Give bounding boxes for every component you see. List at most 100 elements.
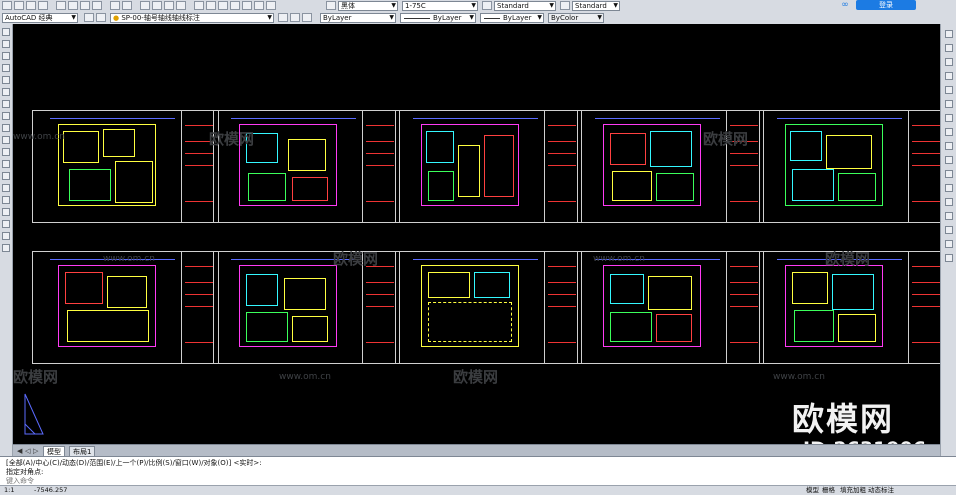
layer-previous-icon[interactable] <box>290 13 300 22</box>
room <box>648 276 692 310</box>
print-icon[interactable] <box>38 1 48 10</box>
erase-icon[interactable] <box>945 30 953 38</box>
arc-icon[interactable] <box>2 88 10 96</box>
first-tab-arrow-icon[interactable]: ◀ <box>17 447 22 455</box>
line-icon[interactable] <box>2 28 10 36</box>
properties-icon[interactable] <box>194 1 204 10</box>
room <box>650 131 692 167</box>
table-icon[interactable] <box>2 232 10 240</box>
drawing-sheet-8[interactable] <box>395 251 582 364</box>
redo-icon[interactable] <box>122 1 132 10</box>
zoom-previous-icon[interactable] <box>176 1 186 10</box>
revision-cloud-icon[interactable] <box>2 112 10 120</box>
insert-block-icon[interactable] <box>2 160 10 168</box>
text-style-icon[interactable] <box>326 1 336 10</box>
workspace-select[interactable]: AutoCAD 经典 ▼ <box>2 13 78 23</box>
zoom-realtime-icon[interactable] <box>152 1 162 10</box>
fillet-icon[interactable] <box>945 240 953 248</box>
room <box>610 133 646 165</box>
copy-icon[interactable] <box>68 1 78 10</box>
stretch-icon[interactable] <box>945 142 953 150</box>
offset-icon[interactable] <box>945 72 953 80</box>
undo-icon[interactable] <box>110 1 120 10</box>
tool-palettes-icon[interactable] <box>218 1 228 10</box>
color-select[interactable]: ByLayer ▼ <box>320 13 396 23</box>
break-at-point-icon[interactable] <box>945 184 953 192</box>
multiline-text-icon[interactable] <box>2 244 10 252</box>
floor-plan <box>58 265 156 347</box>
rectangle-icon[interactable] <box>2 76 10 84</box>
scale-icon[interactable] <box>945 128 953 136</box>
polygon-icon[interactable] <box>2 64 10 72</box>
ellipse-icon[interactable] <box>2 136 10 144</box>
font-select[interactable]: 黑体 ▼ <box>338 1 398 11</box>
dim-style-select[interactable]: Standard ▼ <box>572 1 620 11</box>
gradient-icon[interactable] <box>2 208 10 216</box>
spline-icon[interactable] <box>2 124 10 132</box>
drawing-sheet-1[interactable] <box>32 110 219 223</box>
annotation-scale-select[interactable]: 1-75C ▼ <box>402 1 478 11</box>
point-icon[interactable] <box>2 184 10 192</box>
construction-line-icon[interactable] <box>2 40 10 48</box>
drawing-sheet-3[interactable] <box>395 110 582 223</box>
pan-icon[interactable] <box>140 1 150 10</box>
drawing-sheet-9[interactable] <box>577 251 764 364</box>
room <box>246 312 288 342</box>
quickcalc-icon[interactable] <box>254 1 264 10</box>
join-icon[interactable] <box>945 212 953 220</box>
text-style-select[interactable]: Standard ▼ <box>494 1 556 11</box>
extend-icon[interactable] <box>945 170 953 178</box>
workspace-settings-icon[interactable] <box>84 13 94 22</box>
help-icon[interactable] <box>266 1 276 10</box>
linetype-select[interactable]: ByLayer ▼ <box>400 13 476 23</box>
polyline-icon[interactable] <box>2 52 10 60</box>
new-file-icon[interactable] <box>2 1 12 10</box>
table-style-icon[interactable] <box>560 1 570 10</box>
array-icon[interactable] <box>945 86 953 94</box>
drawing-sheet-6[interactable] <box>32 251 219 364</box>
room <box>832 274 874 310</box>
drawing-sheet-2[interactable] <box>213 110 400 223</box>
markup-icon[interactable] <box>242 1 252 10</box>
command-history-line: 指定对角点: <box>6 468 44 476</box>
drawing-sheet-4[interactable] <box>577 110 764 223</box>
design-center-icon[interactable] <box>206 1 216 10</box>
make-current-layer-icon[interactable] <box>278 13 288 22</box>
region-icon[interactable] <box>2 220 10 228</box>
open-file-icon[interactable] <box>14 1 24 10</box>
break-icon[interactable] <box>945 198 953 206</box>
drawing-sheet-5[interactable] <box>759 110 940 223</box>
trim-icon[interactable] <box>945 156 953 164</box>
make-block-icon[interactable] <box>2 172 10 180</box>
infinity-cloud-icon[interactable]: ∞ <box>838 0 852 10</box>
match-properties-icon[interactable] <box>92 1 102 10</box>
save-icon[interactable] <box>26 1 36 10</box>
hatch-icon[interactable] <box>2 196 10 204</box>
ellipse-arc-icon[interactable] <box>2 148 10 156</box>
dimension-line <box>777 118 902 119</box>
prev-tab-arrow-icon[interactable]: ◁ <box>25 447 30 455</box>
next-tab-arrow-icon[interactable]: ▷ <box>33 447 38 455</box>
sheet-set-icon[interactable] <box>230 1 240 10</box>
rotate-icon[interactable] <box>945 114 953 122</box>
model-space-canvas[interactable]: 欧模网 欧模网 欧模网 欧模网 欧模网 欧模网 www.om.cn www.om… <box>13 24 940 444</box>
zoom-window-icon[interactable] <box>164 1 174 10</box>
circle-icon[interactable] <box>2 100 10 108</box>
cut-icon[interactable] <box>56 1 66 10</box>
login-button[interactable]: 登录 <box>856 0 916 10</box>
command-input[interactable] <box>6 477 206 484</box>
copy-object-icon[interactable] <box>945 44 953 52</box>
paste-icon[interactable] <box>80 1 90 10</box>
dim-style-icon[interactable] <box>482 1 492 10</box>
mirror-icon[interactable] <box>945 58 953 66</box>
plotstyle-select[interactable]: ByColor ▼ <box>548 13 604 23</box>
layer-select[interactable]: ● SP-00-轴号轴线轴线标注 ▼ <box>110 13 274 23</box>
explode-icon[interactable] <box>945 254 953 262</box>
layer-states-icon[interactable] <box>302 13 312 22</box>
room <box>69 169 111 201</box>
lineweight-select[interactable]: ByLayer ▼ <box>480 13 544 23</box>
layer-manager-icon[interactable] <box>96 13 106 22</box>
chamfer-icon[interactable] <box>945 226 953 234</box>
workspace-value: AutoCAD 经典 <box>5 14 53 22</box>
move-icon[interactable] <box>945 100 953 108</box>
